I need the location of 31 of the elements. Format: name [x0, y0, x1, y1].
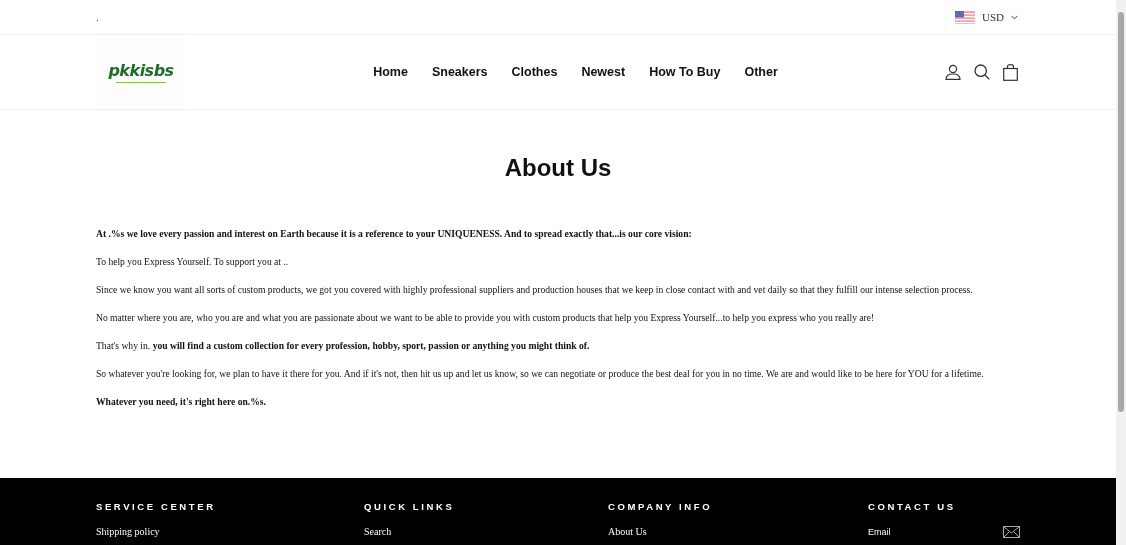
- nav-link[interactable]: Other: [744, 65, 778, 79]
- footer-heading: QUICK LINKS: [364, 501, 455, 512]
- page-title: About Us: [503, 154, 613, 182]
- footer-heading: SERVICE CENTER: [96, 501, 216, 512]
- email-field[interactable]: Email: [868, 527, 968, 537]
- footer-link[interactable]: About Us: [608, 526, 647, 537]
- search-icon[interactable]: [974, 64, 990, 80]
- paragraph: That's why in. you will find a custom collection for every profession, hobby, sport, passion or anything you might think of.: [96, 340, 591, 352]
- footer-heading: COMPANY INFO: [608, 501, 713, 512]
- announcement-text: .: [96, 11, 99, 23]
- footer-link[interactable]: Shipping policy: [96, 526, 160, 537]
- paragraph: Whatever you need, it's right here on.%s.: [96, 396, 267, 408]
- chevron-down-icon: [1011, 14, 1018, 20]
- paragraph: So whatever you're looking for, we plan to have it there for you. And if it's not, then hit us up and let us know, so we can negotiate or produce the best deal for you in no time. We are and would like to be here for YOU for a lifetime.: [96, 368, 985, 380]
- envelope-icon[interactable]: [1003, 526, 1020, 538]
- paragraph: No matter where you are, who you are and what you are passionate about we want to be able to provide you with custom products that help you Express Yourself...to help you express who you really are!: [96, 312, 876, 324]
- account-icon[interactable]: [945, 64, 961, 80]
- footer-link[interactable]: Search: [364, 526, 392, 537]
- nav-link[interactable]: Newest: [581, 65, 626, 79]
- paragraph: To help you Express Yourself. To support you at ..: [96, 256, 290, 268]
- flag-icon: [955, 10, 975, 24]
- nav-link[interactable]: Sneakers: [431, 65, 488, 79]
- nav-link[interactable]: How To Buy: [649, 65, 721, 79]
- paragraph: At .%s we love every passion and interest on Earth because it is a reference to your UNIQUENESS. And to spread exactly that...is our core vision:: [96, 228, 693, 240]
- nav-link[interactable]: Clothes: [511, 65, 558, 79]
- bag-icon[interactable]: [1003, 63, 1018, 81]
- nav-link[interactable]: Home: [373, 65, 408, 79]
- footer-heading: CONTACT US: [868, 501, 956, 512]
- paragraph: Since we know you want all sorts of custom products, we got you covered with highly professional suppliers and production houses that we keep in close contact with and vet daily so that they fulfill our intense selection process.: [96, 284, 974, 296]
- currency-selector[interactable]: USD: [955, 10, 1018, 24]
- scrollbar[interactable]: [1116, 0, 1126, 545]
